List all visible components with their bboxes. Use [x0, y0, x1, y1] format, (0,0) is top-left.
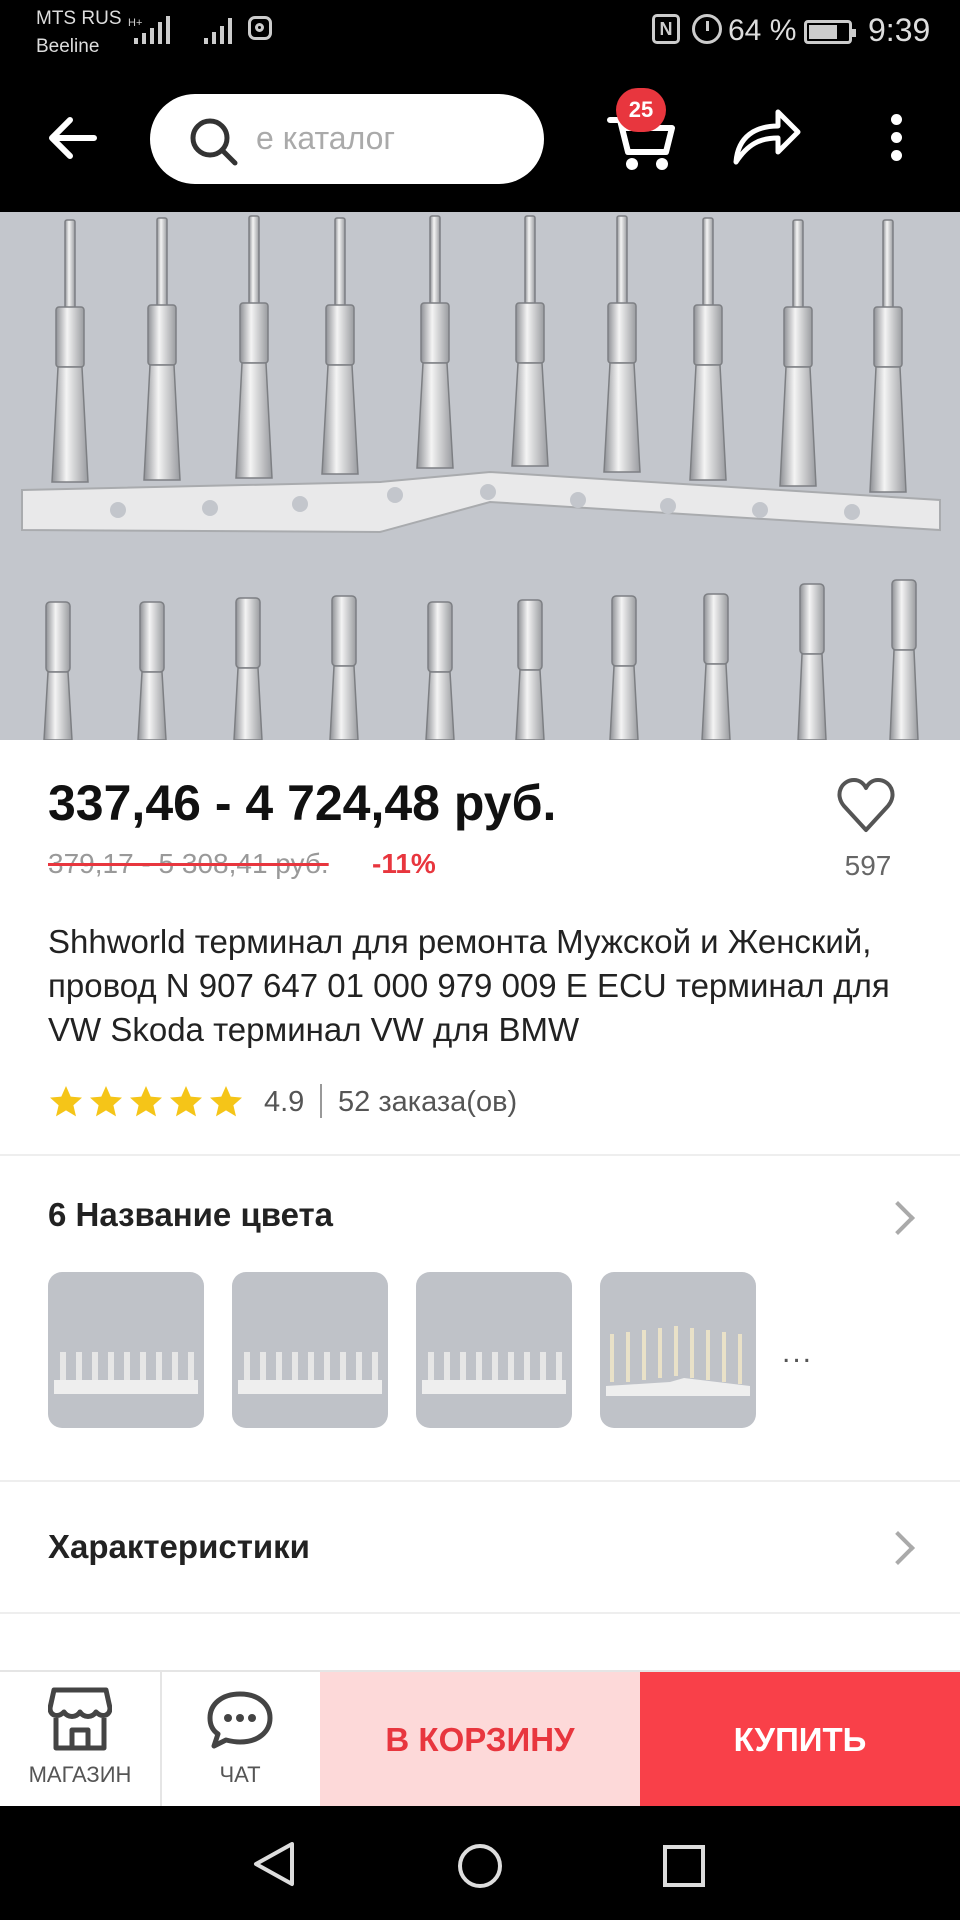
nfc-icon: N — [652, 14, 680, 44]
battery-percent: 64 % — [728, 14, 797, 47]
back-arrow-icon — [49, 117, 97, 159]
network-type: H+ — [128, 17, 142, 29]
divider — [320, 1084, 322, 1118]
share-icon — [733, 109, 801, 165]
back-button[interactable] — [44, 112, 104, 164]
share-button[interactable] — [730, 106, 802, 166]
discount-badge: -11% — [372, 848, 436, 879]
system-nav-bar — [0, 1806, 960, 1920]
star-icon — [210, 1086, 242, 1117]
more-icon — [891, 114, 902, 125]
price: 337,46 - 4 724,48 руб. — [48, 775, 557, 831]
product-title: Shhworld терминал для ремонта Мужской и … — [48, 923, 890, 1048]
nav-home-icon[interactable] — [456, 1842, 504, 1890]
chat-button[interactable]: ЧАТ — [160, 1672, 320, 1808]
product-image[interactable] — [0, 212, 960, 740]
specs-section-title[interactable]: Характеристики — [48, 1528, 310, 1566]
rating-stars — [48, 1084, 248, 1120]
nav-back-icon[interactable] — [252, 1840, 296, 1888]
add-to-cart-button[interactable]: В КОРЗИНУ — [320, 1672, 640, 1808]
star-icon — [90, 1086, 122, 1117]
store-icon — [48, 1687, 112, 1751]
divider — [0, 1612, 960, 1614]
wishlist-button[interactable] — [836, 776, 896, 836]
color-swatch[interactable] — [600, 1272, 756, 1428]
heart-icon — [837, 778, 895, 832]
color-swatch[interactable] — [416, 1272, 572, 1428]
store-label: МАГАЗИН — [28, 1762, 132, 1787]
rating-value: 4.9 — [264, 1086, 305, 1118]
divider — [0, 1480, 960, 1482]
action-bar: МАГАЗИН ЧАТ В КОРЗИНУ КУПИТЬ — [0, 1670, 960, 1808]
search-placeholder: е каталог — [256, 120, 396, 156]
carrier-primary: MTS RUS — [36, 8, 122, 29]
star-icon — [170, 1086, 202, 1117]
top-nav: е каталог 25 — [0, 68, 960, 212]
nav-recents-icon[interactable] — [662, 1844, 706, 1888]
chevron-right-icon[interactable] — [881, 1531, 915, 1565]
orders-count[interactable]: 52 заказа(ов) — [338, 1086, 517, 1119]
old-price: 379,17 - 5 308,41 руб. — [48, 848, 329, 879]
chat-label: ЧАТ — [219, 1762, 261, 1787]
signal-icon: H+ — [128, 16, 170, 44]
clock: 9:39 — [868, 12, 931, 48]
carrier-secondary: Beeline — [36, 36, 100, 57]
instagram-icon — [248, 16, 272, 40]
cart-count-badge: 25 — [616, 88, 666, 132]
color-swatch[interactable] — [48, 1272, 204, 1428]
chevron-right-icon[interactable] — [881, 1201, 915, 1235]
search-bar[interactable]: е каталог — [150, 94, 544, 184]
search-icon — [190, 118, 238, 166]
more-options-button[interactable] — [882, 112, 912, 164]
wishlist-count: 597 — [844, 850, 892, 881]
battery-icon — [804, 20, 856, 44]
star-icon — [50, 1086, 82, 1117]
signal-icon-2 — [204, 18, 232, 44]
divider — [0, 1154, 960, 1156]
alarm-icon — [692, 14, 722, 44]
chat-icon — [207, 1691, 273, 1749]
buy-now-button[interactable]: КУПИТЬ — [640, 1672, 960, 1808]
status-bar: MTS RUS Beeline H+ N 64 % 9:39 — [0, 0, 960, 68]
store-button[interactable]: МАГАЗИН — [0, 1672, 162, 1808]
star-icon — [130, 1086, 162, 1117]
color-section-title[interactable]: 6 Название цвета — [48, 1196, 333, 1234]
more-colors[interactable]: ... — [782, 1336, 813, 1370]
color-swatch[interactable] — [232, 1272, 388, 1428]
